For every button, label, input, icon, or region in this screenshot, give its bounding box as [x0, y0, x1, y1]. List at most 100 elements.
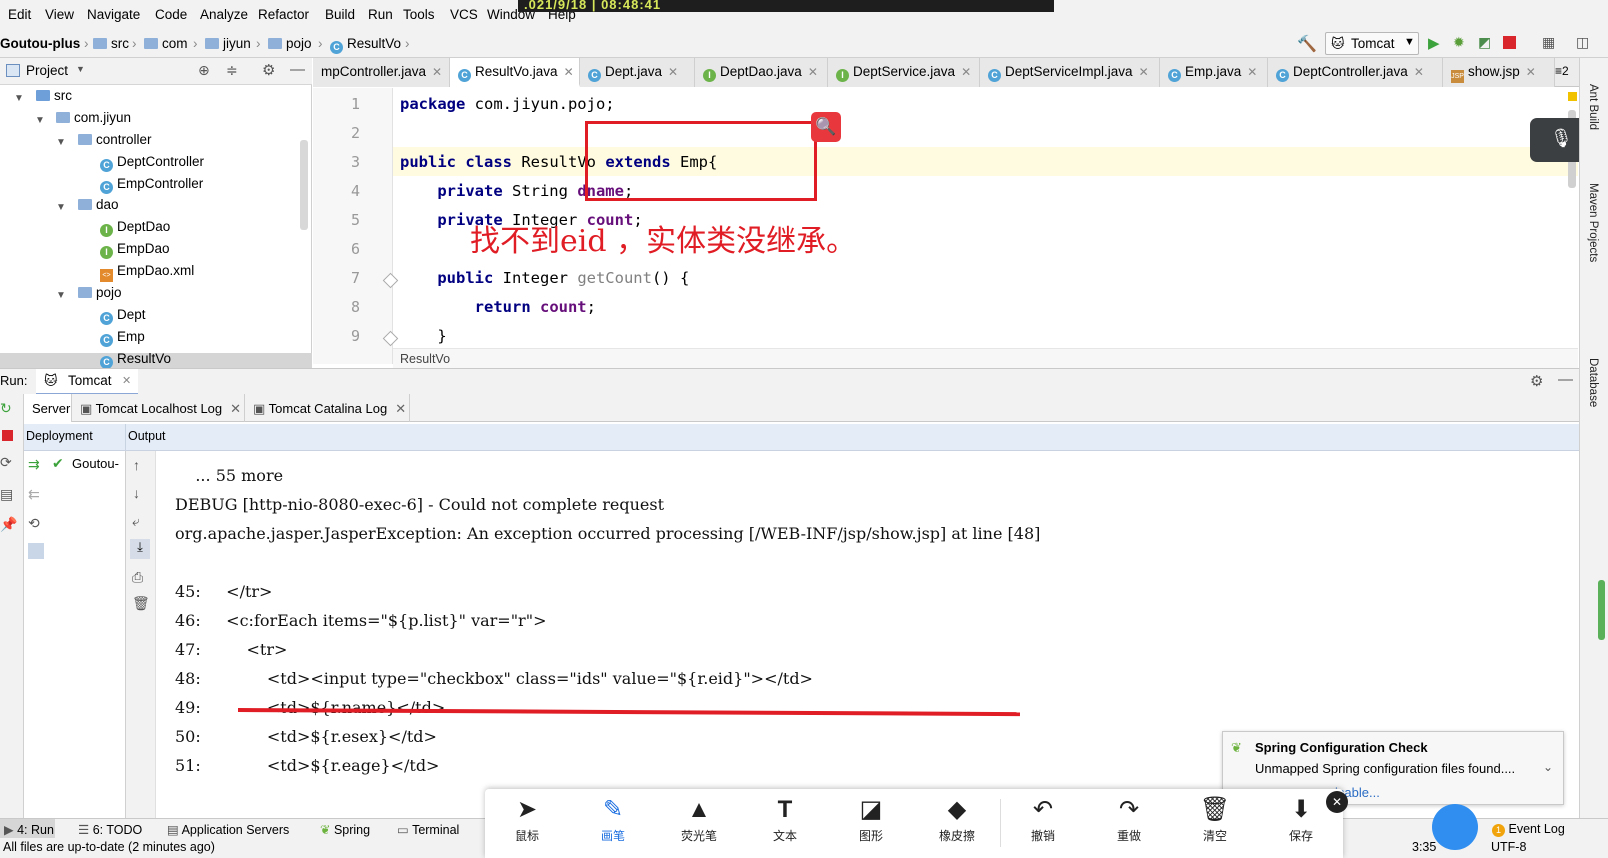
- hide-icon[interactable]: —: [1558, 371, 1573, 388]
- editor-breadcrumb-item[interactable]: ResultVo: [400, 352, 450, 366]
- menu-code[interactable]: Code: [155, 7, 187, 22]
- run-icon[interactable]: ▶: [1428, 34, 1446, 52]
- close-icon[interactable]: ✕: [564, 65, 574, 79]
- scroll-to-end-icon[interactable]: ⤓: [130, 539, 150, 559]
- spring-tool-tab[interactable]: ❦ Spring: [320, 822, 370, 837]
- deploy-icon[interactable]: ⇉: [28, 456, 40, 473]
- tab-dept-controller[interactable]: C DeptController.java ✕: [1268, 58, 1443, 87]
- tool-clear[interactable]: 🗑 清空: [1185, 793, 1245, 844]
- collapse-icon[interactable]: ≑: [226, 62, 238, 79]
- tool-shape[interactable]: ◪ 图形: [841, 793, 901, 844]
- tree-src[interactable]: src: [36, 88, 72, 103]
- close-icon[interactable]: ✕: [961, 65, 971, 79]
- tab-show-jsp[interactable]: JSP show.jsp ✕: [1443, 58, 1555, 87]
- tree-scrollbar[interactable]: [300, 140, 308, 230]
- layout-icon[interactable]: ▤: [0, 486, 13, 503]
- run-config-select[interactable]: 🐱 Tomcat ▼: [1325, 32, 1419, 55]
- tree-emp-controller[interactable]: C EmpController: [100, 176, 203, 194]
- debug-icon[interactable]: ✹: [1453, 34, 1471, 52]
- terminal-tool-tab[interactable]: ▭ Terminal: [397, 822, 459, 837]
- app-servers-tool-tab[interactable]: ▤ Application Servers: [167, 822, 289, 837]
- tool-eraser[interactable]: ◆ 橡皮擦: [927, 793, 987, 844]
- cursor-position[interactable]: 3:35: [1412, 840, 1436, 854]
- down-arrow-icon[interactable]: ↓: [133, 485, 140, 501]
- tab-resultvo[interactable]: C ResultVo.java ✕: [450, 58, 580, 87]
- run-tool-tab[interactable]: ▶ 4: Run: [4, 822, 54, 837]
- tab-emp-controller[interactable]: mpController.java ✕: [313, 58, 450, 87]
- close-icon[interactable]: ✕: [1326, 791, 1348, 813]
- event-log-tab[interactable]: 1 Event Log: [1492, 822, 1565, 837]
- menu-edit[interactable]: Edit: [8, 7, 31, 22]
- close-icon[interactable]: ✕: [1247, 65, 1257, 79]
- menu-run[interactable]: Run: [368, 7, 393, 22]
- project-structure-icon[interactable]: ▦: [1542, 34, 1560, 52]
- close-icon[interactable]: ✕: [668, 65, 678, 79]
- stop-icon[interactable]: [1503, 36, 1516, 49]
- close-icon[interactable]: ✕: [1414, 65, 1424, 79]
- gear-icon[interactable]: ⚙: [1530, 372, 1543, 390]
- hide-icon[interactable]: —: [290, 61, 305, 78]
- breadcrumb-resultvo[interactable]: C ResultVo: [330, 36, 401, 54]
- gear-icon[interactable]: ⚙: [262, 61, 275, 79]
- close-icon[interactable]: ✕: [1139, 65, 1149, 79]
- undeploy-icon[interactable]: ⇇: [28, 486, 40, 503]
- refresh-icon[interactable]: ⟲: [28, 515, 40, 532]
- close-icon[interactable]: ✕: [230, 401, 241, 416]
- menu-navigate[interactable]: Navigate: [87, 7, 140, 22]
- pin-icon[interactable]: 📌: [0, 516, 17, 533]
- breadcrumb-com[interactable]: com: [144, 36, 188, 51]
- search-icon[interactable]: 🔍: [811, 112, 841, 142]
- project-view-title[interactable]: Project: [26, 63, 68, 78]
- tab-dept-dao[interactable]: I DeptDao.java ✕: [695, 58, 828, 87]
- breadcrumb-pojo[interactable]: pojo: [268, 36, 312, 51]
- sdk-icon[interactable]: ◫: [1576, 34, 1594, 52]
- tree-emp-dao-xml[interactable]: <> EmpDao.xml: [100, 263, 194, 282]
- maven-projects-tab[interactable]: Maven Projects: [1587, 183, 1599, 262]
- file-encoding[interactable]: UTF-8: [1491, 840, 1526, 854]
- recorder-widget[interactable]: [1432, 804, 1478, 850]
- menu-tools[interactable]: Tools: [403, 7, 435, 22]
- menu-build[interactable]: Build: [325, 7, 355, 22]
- close-icon[interactable]: ✕: [1526, 65, 1536, 79]
- menu-analyze[interactable]: Analyze: [200, 7, 248, 22]
- tab-catalina-log[interactable]: ▣ Tomcat Catalina Log ✕: [245, 394, 410, 422]
- close-icon[interactable]: ✕: [122, 374, 131, 387]
- tool-undo[interactable]: ↶ 撤销: [1013, 793, 1073, 844]
- ant-build-tab[interactable]: Ant Build: [1587, 84, 1599, 130]
- run-config-tab[interactable]: 🐱 Tomcat ✕: [36, 369, 138, 395]
- coverage-icon[interactable]: ◩: [1478, 34, 1496, 52]
- build-hammer-icon[interactable]: 🔨: [1297, 34, 1317, 53]
- tool-save[interactable]: ⬇ 保存: [1271, 793, 1331, 844]
- warning-marker[interactable]: [1568, 92, 1577, 101]
- tool-text[interactable]: T 文本: [755, 793, 815, 844]
- tree-dao[interactable]: dao: [78, 197, 119, 212]
- tab-dept[interactable]: C Dept.java ✕: [580, 58, 695, 87]
- tabs-overflow-button[interactable]: ≡2: [1555, 64, 1569, 78]
- tree-pojo[interactable]: pojo: [78, 285, 122, 300]
- breadcrumb-jiyun[interactable]: jiyun: [205, 36, 251, 51]
- tab-dept-service-impl[interactable]: C DeptServiceImpl.java ✕: [980, 58, 1160, 87]
- tool-highlighter[interactable]: ▲ 荧光笔: [669, 793, 729, 844]
- tab-server[interactable]: Server: [24, 394, 72, 422]
- tree-dept-dao[interactable]: I DeptDao: [100, 219, 170, 237]
- tab-emp[interactable]: C Emp.java ✕: [1160, 58, 1268, 87]
- tree-dept[interactable]: C Dept: [100, 307, 146, 325]
- close-icon[interactable]: ✕: [395, 401, 406, 416]
- tree-emp[interactable]: C Emp: [100, 329, 145, 347]
- tab-dept-service[interactable]: I DeptService.java ✕: [828, 58, 980, 87]
- todo-tool-tab[interactable]: ☰ 6: TODO: [78, 822, 142, 837]
- locate-icon[interactable]: ⊕: [198, 62, 210, 79]
- menu-vcs[interactable]: VCS: [450, 7, 478, 22]
- tree-dept-controller[interactable]: C DeptController: [100, 154, 204, 172]
- restart-icon[interactable]: ⟳: [0, 454, 12, 471]
- tree-emp-dao[interactable]: I EmpDao: [100, 241, 170, 259]
- chevron-down-icon[interactable]: ▼: [76, 64, 85, 74]
- tool-pen[interactable]: ✎ 画笔: [583, 793, 643, 844]
- tree-resultvo[interactable]: C ResultVo: [100, 351, 171, 369]
- deployment-item[interactable]: Goutou-: [72, 456, 119, 471]
- tool-redo[interactable]: ↷ 重做: [1099, 793, 1159, 844]
- tool-mouse[interactable]: ➤ 鼠标: [497, 793, 557, 844]
- menu-refactor[interactable]: Refactor: [258, 7, 309, 22]
- breadcrumb-project[interactable]: Goutou-plus: [0, 36, 80, 51]
- up-arrow-icon[interactable]: ↑: [133, 457, 140, 473]
